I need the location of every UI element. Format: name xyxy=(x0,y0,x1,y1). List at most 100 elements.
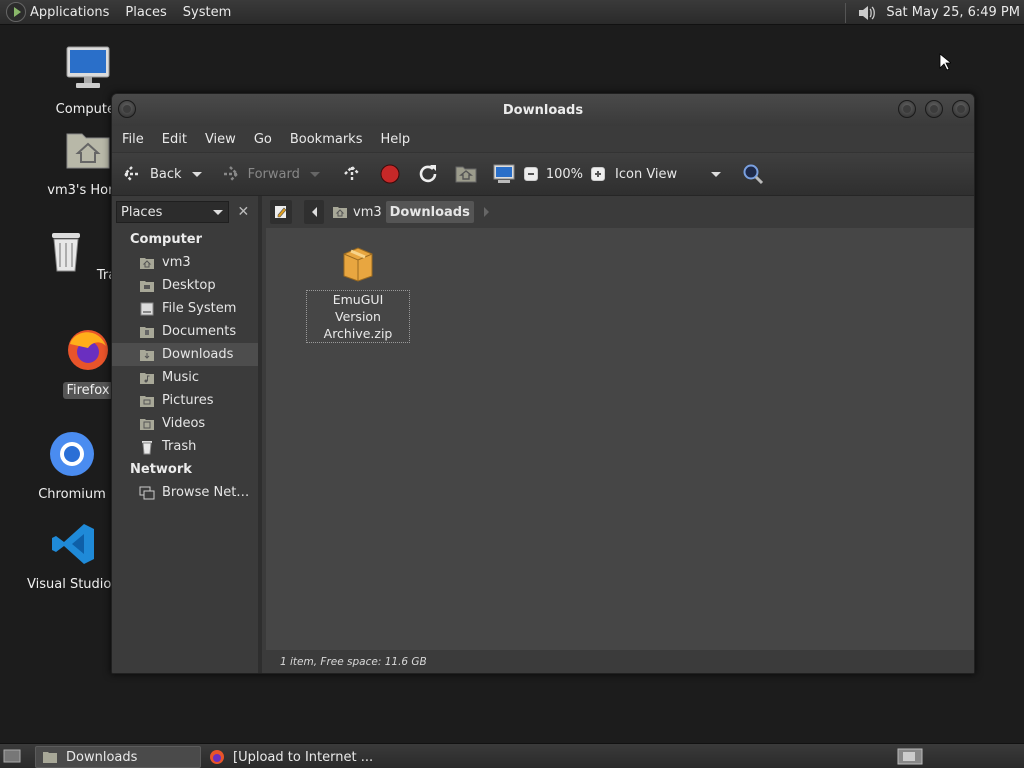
places-menu[interactable]: Places xyxy=(117,5,174,20)
folder-icon xyxy=(43,752,57,763)
zoom-in-button[interactable] xyxy=(591,159,606,189)
sidebar-item-trash[interactable]: Trash xyxy=(112,435,258,458)
taskbar-item-label: [Upload to Internet ... xyxy=(233,749,374,765)
sidebar-header: Places ✕ xyxy=(112,196,258,228)
file-name-line: EmuGUI Version xyxy=(332,292,384,324)
firefox-icon xyxy=(68,330,108,370)
menu-edit[interactable]: Edit xyxy=(153,132,196,147)
forward-label: Forward xyxy=(247,166,300,182)
file-name: EmuGUI Version Archive.zip xyxy=(306,290,410,343)
menu-view[interactable]: View xyxy=(196,132,245,147)
menu-help[interactable]: Help xyxy=(371,132,419,147)
bottom-panel: Downloads [Upload to Internet ... xyxy=(0,743,1024,768)
stop-button[interactable] xyxy=(378,159,402,189)
workspace-switcher-icon[interactable] xyxy=(897,748,923,765)
network-icon xyxy=(139,486,155,499)
sidebar-item-music[interactable]: Music xyxy=(112,366,258,389)
sidebar-item-label: File System xyxy=(162,301,237,316)
desktop-icon-chromium[interactable]: Chromium xyxy=(24,430,120,503)
sidebar-item-downloads[interactable]: Downloads xyxy=(112,343,258,366)
sidebar-item-desktop[interactable]: Desktop xyxy=(112,274,258,297)
system-menu[interactable]: System xyxy=(175,5,239,20)
minimize-button[interactable] xyxy=(898,100,916,118)
zoom-out-button[interactable] xyxy=(523,159,538,189)
close-button[interactable] xyxy=(952,100,970,118)
top-panel-right: Sat May 25, 6:49 PM xyxy=(845,0,1020,25)
top-menu: Applications Places System xyxy=(26,0,239,25)
crumb-label: Downloads xyxy=(389,204,470,220)
home-button[interactable] xyxy=(454,159,478,189)
window-title: Downloads xyxy=(502,102,584,118)
distro-logo-icon[interactable] xyxy=(6,2,26,22)
pencil-icon xyxy=(275,206,287,218)
archive-icon xyxy=(343,247,373,282)
window-titlebar[interactable]: Downloads xyxy=(112,94,974,126)
file-view[interactable]: vm3 Downloads EmuGUI Version Archive.zip xyxy=(266,196,974,673)
reload-button[interactable] xyxy=(416,159,440,189)
sidebar-item-label: vm3 xyxy=(162,255,191,270)
view-mode-select[interactable]: Icon View xyxy=(613,159,723,189)
sidebar-item-label: Music xyxy=(162,370,199,385)
zoom-level[interactable]: 100% xyxy=(546,159,583,189)
back-arrow-icon xyxy=(123,166,139,182)
crumb-vm3[interactable]: vm3 xyxy=(328,201,386,223)
close-sidebar-icon[interactable]: ✕ xyxy=(233,201,254,223)
places-sidebar: Places ✕ Computer vm3 Desktop File Syste… xyxy=(112,196,262,673)
search-icon xyxy=(743,164,764,185)
computer-icon xyxy=(493,164,515,183)
sidebar-item-documents[interactable]: Documents xyxy=(112,320,258,343)
sidebar-item-label: Videos xyxy=(162,416,206,431)
back-button[interactable]: Back xyxy=(120,159,202,189)
crumb-downloads[interactable]: Downloads xyxy=(385,201,474,223)
window-menu-button[interactable] xyxy=(118,100,136,118)
volume-icon[interactable] xyxy=(856,3,876,23)
path-bar: vm3 Downloads xyxy=(266,196,974,228)
forward-button[interactable]: Forward xyxy=(218,159,320,189)
clock[interactable]: Sat May 25, 6:49 PM xyxy=(886,5,1020,20)
zoom-in-icon xyxy=(591,167,606,181)
documents-folder-icon xyxy=(140,326,154,338)
maximize-button[interactable] xyxy=(925,100,943,118)
sidebar-section-computer: Computer xyxy=(130,232,203,247)
videos-folder-icon xyxy=(140,418,154,430)
sidebar-item-pictures[interactable]: Pictures xyxy=(112,389,258,412)
drive-icon xyxy=(140,302,154,315)
up-arrow-icon xyxy=(343,165,360,182)
sidebar-item-label: Trash xyxy=(162,439,197,454)
menu-go[interactable]: Go xyxy=(245,132,281,147)
sidebar-item-vm3[interactable]: vm3 xyxy=(112,251,258,274)
file-name-line: Archive.zip xyxy=(323,326,393,341)
trash-icon xyxy=(142,440,152,454)
forward-history-dropdown-icon[interactable] xyxy=(309,171,320,177)
sidebar-item-filesystem[interactable]: File System xyxy=(112,297,258,320)
back-history-dropdown-icon[interactable] xyxy=(191,171,202,177)
file-item[interactable]: EmuGUI Version Archive.zip xyxy=(306,242,410,343)
search-button[interactable] xyxy=(741,159,765,189)
edit-location-button[interactable] xyxy=(270,200,292,224)
home-folder-icon xyxy=(455,166,477,183)
toolbar: Back Forward 100% Icon View xyxy=(112,152,974,196)
applications-menu[interactable]: Applications xyxy=(26,5,117,20)
taskbar-item-downloads[interactable]: Downloads xyxy=(35,746,201,768)
menu-file[interactable]: File xyxy=(112,132,153,147)
desktop-icon-label: Firefox xyxy=(63,382,113,399)
forward-arrow-icon xyxy=(222,166,239,182)
trash-icon xyxy=(51,233,80,272)
menu-bookmarks[interactable]: Bookmarks xyxy=(281,132,372,147)
show-desktop-icon[interactable] xyxy=(3,748,21,764)
computer-button[interactable] xyxy=(492,159,516,189)
panel-separator xyxy=(845,2,847,23)
sidebar-item-browse-network[interactable]: Browse Net… xyxy=(112,481,258,504)
path-scroll-left-button[interactable] xyxy=(304,200,324,224)
taskbar-item-firefox[interactable]: [Upload to Internet ... xyxy=(203,746,403,768)
path-scroll-right-icon[interactable] xyxy=(483,207,489,217)
sidebar-mode-select[interactable]: Places xyxy=(116,201,229,223)
mouse-pointer-icon xyxy=(939,53,951,71)
vscode-icon xyxy=(52,524,94,564)
taskbar-item-label: Downloads xyxy=(66,749,138,765)
status-bar: 1 item, Free space: 11.6 GB xyxy=(266,650,974,673)
desktop-icon-vscode[interactable]: Visual Studio Code xyxy=(24,520,124,593)
sidebar-item-videos[interactable]: Videos xyxy=(112,412,258,435)
menu-bar: File Edit View Go Bookmarks Help xyxy=(112,126,974,152)
up-button[interactable] xyxy=(340,159,364,189)
